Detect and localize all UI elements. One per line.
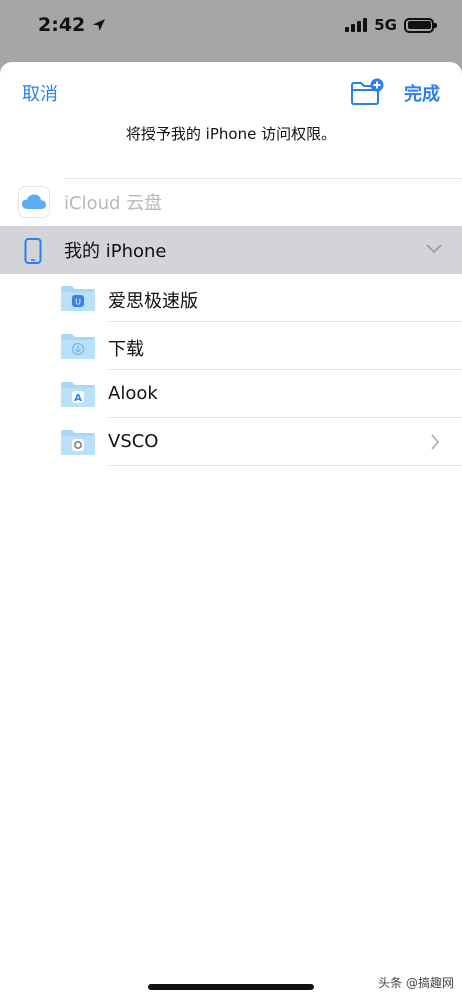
folder-row[interactable]: U 爱思极速版: [0, 274, 462, 322]
icloud-icon-wrap: [18, 186, 50, 218]
folder-name: 爱思极速版: [108, 291, 198, 312]
network-label: 5G: [374, 16, 397, 34]
icloud-icon: [22, 194, 46, 209]
download-folder-icon: [61, 334, 95, 359]
folder-name: VSCO: [108, 431, 159, 452]
chevron-down-icon[interactable]: [426, 243, 442, 255]
nav-bar: 取消 完成: [0, 62, 462, 124]
divider: [108, 465, 462, 466]
iphone-icon: [24, 238, 42, 264]
folder-name: Alook: [108, 383, 158, 404]
location-label: 我的 iPhone: [64, 241, 167, 262]
vsco-folder-icon: [61, 430, 95, 455]
folder-row[interactable]: 下载: [0, 322, 462, 370]
status-bar: 2:42 5G: [0, 0, 462, 56]
done-button[interactable]: 完成: [404, 80, 440, 106]
alook-folder-icon: A: [61, 382, 95, 407]
battery-icon: [404, 17, 437, 33]
signal-icon: [345, 18, 368, 32]
time-label: 2:42: [38, 14, 86, 36]
location-icloud[interactable]: iCloud 云盘: [0, 178, 462, 226]
access-prompt: 将授予我的 iPhone 访问权限。: [125, 125, 337, 143]
location-arrow-icon: [93, 19, 106, 31]
screen: 2:42 5G 取消 完成 将授予我的 iPhone 访问权限。 iCloud …: [0, 0, 462, 1000]
status-right: 5G: [345, 16, 437, 34]
home-indicator[interactable]: [148, 984, 314, 990]
folder-name: 下载: [108, 339, 144, 360]
watermark: 头条 @搞趣网: [378, 976, 454, 990]
location-list: iCloud 云盘 我的 iPhone U 爱思极速版 下载 A Alook V…: [0, 178, 462, 466]
new-folder-icon[interactable]: [350, 78, 384, 106]
svg-text:U: U: [75, 298, 81, 307]
location-label: iCloud 云盘: [64, 193, 163, 214]
cancel-button[interactable]: 取消: [22, 80, 58, 106]
location-my-iphone[interactable]: 我的 iPhone: [0, 226, 462, 274]
folder-row[interactable]: A Alook: [0, 370, 462, 418]
aisi-folder-icon: U: [61, 286, 95, 311]
folder-row[interactable]: VSCO: [0, 418, 462, 466]
svg-text:A: A: [74, 393, 82, 404]
status-time: 2:42: [38, 14, 107, 36]
chevron-right-icon[interactable]: [430, 434, 440, 450]
